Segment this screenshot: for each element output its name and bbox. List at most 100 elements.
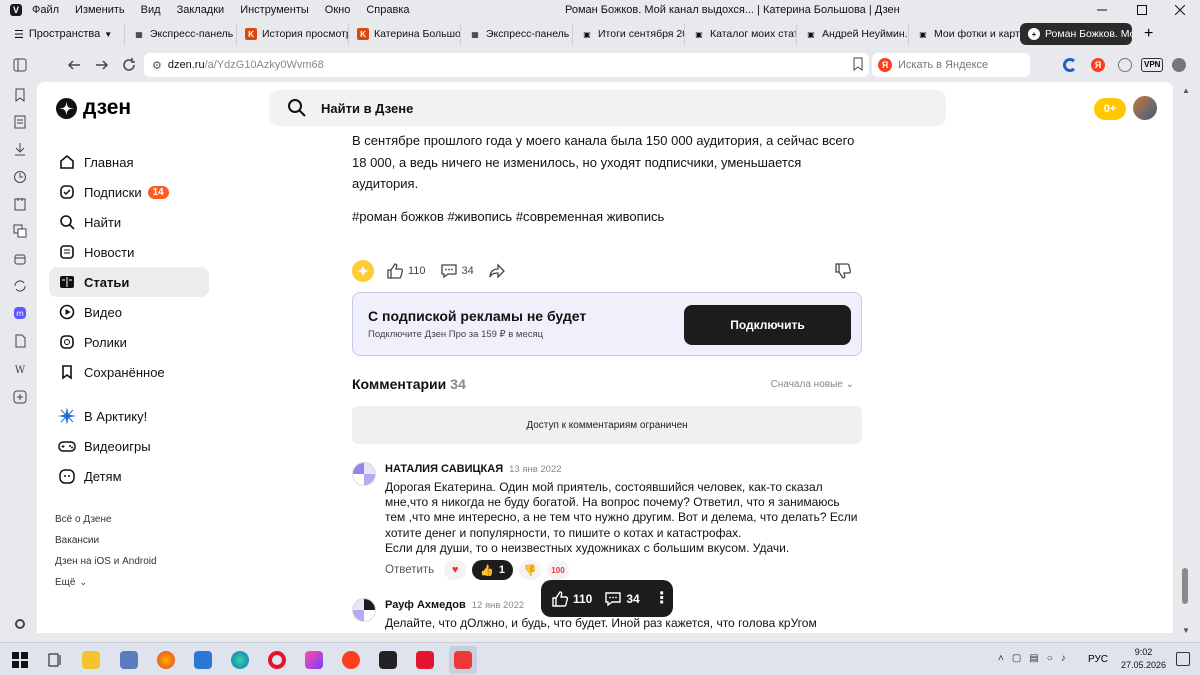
heart-reaction-button[interactable]: ♥ xyxy=(444,560,467,580)
app-r-icon[interactable] xyxy=(379,651,397,669)
bookmarks-panel-icon[interactable] xyxy=(13,88,27,102)
window-panel-icon[interactable] xyxy=(13,252,27,266)
forward-icon[interactable] xyxy=(92,55,112,75)
tab-catalog[interactable]: ▣Каталог моих статей xyxy=(684,23,796,45)
tab-photos[interactable]: ▣Мои фотки и картин xyxy=(908,23,1020,45)
scrollbar-thumb[interactable] xyxy=(1182,568,1188,604)
scroll-up-arrow[interactable]: ▲ xyxy=(1182,86,1190,95)
sidebar-item-search[interactable]: Найти xyxy=(49,207,209,237)
comment-author[interactable]: Рауф Ахмедов xyxy=(385,599,466,611)
close-window-icon[interactable] xyxy=(1160,0,1200,20)
add-panel-icon[interactable] xyxy=(13,390,27,404)
document-icon[interactable] xyxy=(13,334,27,348)
address-bar[interactable]: ⚙ dzen.ru/a/YdzG10Azky0Wvm68 xyxy=(144,53,869,77)
notes-icon[interactable] xyxy=(13,197,27,211)
firefox-icon[interactable] xyxy=(157,651,175,669)
opera-icon[interactable] xyxy=(268,651,286,669)
spaces-button[interactable]: ☰ Пространства ▼ xyxy=(14,28,124,41)
link-mobile-apps[interactable]: Дзен на iOS и Android xyxy=(55,551,209,572)
sync-icon[interactable] xyxy=(13,279,27,293)
maximize-icon[interactable] xyxy=(1122,0,1162,20)
language-indicator[interactable]: РУС xyxy=(1088,654,1108,665)
coins-badge[interactable]: 0+ xyxy=(1094,98,1126,120)
site-settings-icon[interactable]: ⚙ xyxy=(152,59,162,72)
extensions-icon[interactable] xyxy=(1172,58,1186,72)
edge-icon[interactable] xyxy=(231,651,249,669)
reply-button[interactable]: Ответить xyxy=(385,564,434,576)
float-comments-button[interactable]: 34 xyxy=(604,590,640,608)
yandex-browser-icon[interactable] xyxy=(342,651,360,669)
sidebar-item-shorts[interactable]: Ролики xyxy=(49,327,209,357)
dzen-search-input[interactable]: Найти в Дзене xyxy=(269,90,946,126)
menu-window[interactable]: Окно xyxy=(325,4,351,16)
share-button[interactable] xyxy=(488,262,510,280)
back-icon[interactable] xyxy=(64,55,84,75)
sidebar-item-arctic[interactable]: В Арктику! xyxy=(49,401,209,431)
scroll-down-arrow[interactable]: ▼ xyxy=(1182,626,1190,635)
dzen-logo[interactable]: дзен xyxy=(56,96,131,120)
file-explorer-icon[interactable] xyxy=(82,651,100,669)
tab-history[interactable]: KИстория просмотра xyxy=(236,23,348,45)
user-avatar[interactable] xyxy=(1133,96,1157,120)
panel-toggle-icon[interactable] xyxy=(10,55,30,75)
extension-c-icon[interactable] xyxy=(1063,58,1077,72)
notifications-icon[interactable] xyxy=(1176,652,1190,666)
menu-edit[interactable]: Изменить xyxy=(75,4,125,16)
tab-active-roman[interactable]: + Роман Божков. Мой xyxy=(1020,23,1132,45)
vivaldi-taskbar-icon[interactable] xyxy=(449,646,477,674)
tab-andrey[interactable]: ▣Андрей Неуймин. О xyxy=(796,23,908,45)
commenter-avatar[interactable] xyxy=(352,598,376,622)
tray-icons[interactable]: ˄▢▤○♪ xyxy=(998,653,1074,664)
dislike-button[interactable] xyxy=(834,262,856,280)
downloads-icon[interactable] xyxy=(13,142,27,156)
sidebar-item-articles[interactable]: Статьи xyxy=(49,267,209,297)
sidebar-item-home[interactable]: Главная xyxy=(49,147,209,177)
task-view-icon[interactable] xyxy=(46,651,64,669)
reading-list-icon[interactable] xyxy=(13,115,27,129)
history-icon[interactable] xyxy=(13,170,27,184)
comments-sort-dropdown[interactable]: Сначала новые ⌄ xyxy=(771,379,854,390)
link-vacancies[interactable]: Вакансии xyxy=(55,530,209,551)
bookmark-icon[interactable] xyxy=(853,57,863,71)
sidebar-item-subscriptions[interactable]: Подписки 14 xyxy=(49,177,209,207)
mail-icon[interactable] xyxy=(194,651,212,669)
sidebar-item-games[interactable]: Видеоигры xyxy=(49,431,209,461)
comment-author[interactable]: НАТАЛИЯ САВИЦКАЯ xyxy=(385,463,503,475)
menu-tools[interactable]: Инструменты xyxy=(240,4,309,16)
mastodon-icon[interactable]: m xyxy=(13,306,27,320)
sidebar-item-kids[interactable]: Детям xyxy=(49,461,209,491)
sidebar-item-saved[interactable]: Сохранённое xyxy=(49,357,209,387)
thumbs-down-reaction-button[interactable]: 👎 xyxy=(518,560,541,580)
menu-file[interactable]: Файл xyxy=(32,4,59,16)
like-button[interactable]: 110 xyxy=(386,262,426,280)
translate-icon[interactable] xyxy=(13,224,27,238)
windows-start-icon[interactable] xyxy=(11,651,29,669)
link-more[interactable]: Ещё ⌄ xyxy=(55,572,209,593)
yandex-ext-icon[interactable]: Я xyxy=(1091,58,1105,72)
new-tab-button[interactable]: + xyxy=(1144,25,1153,43)
vpn-badge[interactable]: VPN xyxy=(1141,58,1164,72)
more-options-icon[interactable]: ⋮ xyxy=(654,590,670,606)
tab-express-panel[interactable]: ▦ Экспресс-панель xyxy=(124,23,236,45)
float-like-button[interactable]: 110 xyxy=(551,590,592,608)
yandex-search-field[interactable]: Я Искать в Яндексе xyxy=(872,53,1030,77)
vivaldi-logo-icon[interactable]: V xyxy=(10,4,22,16)
hundred-reaction-button[interactable]: 100 xyxy=(546,560,569,580)
tab-express-panel-2[interactable]: ▦ Экспресс-панель xyxy=(460,23,572,45)
clock[interactable]: 9:02 27.05.2026 xyxy=(1121,646,1166,672)
menu-help[interactable]: Справка xyxy=(366,4,409,16)
subscribe-button[interactable]: Подключить xyxy=(684,305,851,345)
page-scrollbar[interactable]: ▲ ▼ xyxy=(1173,82,1200,642)
settings-gear-icon[interactable] xyxy=(13,617,27,631)
thumbs-up-reaction-button[interactable]: 👍 1 xyxy=(472,560,513,580)
sidebar-item-video[interactable]: Видео xyxy=(49,297,209,327)
app-gem-icon[interactable] xyxy=(305,651,323,669)
article-tags[interactable]: #роман божков #живопись #современная жив… xyxy=(352,209,862,224)
opera-gx-icon[interactable] xyxy=(416,651,434,669)
globe-icon[interactable] xyxy=(1118,58,1132,72)
comments-button[interactable]: 34 xyxy=(440,262,474,280)
dzen-star-button[interactable] xyxy=(352,260,374,282)
tab-september[interactable]: ▣Итоги сентября 2021 xyxy=(572,23,684,45)
tab-katerina[interactable]: KКатерина Большова xyxy=(348,23,460,45)
control-panel-icon[interactable] xyxy=(120,651,138,669)
